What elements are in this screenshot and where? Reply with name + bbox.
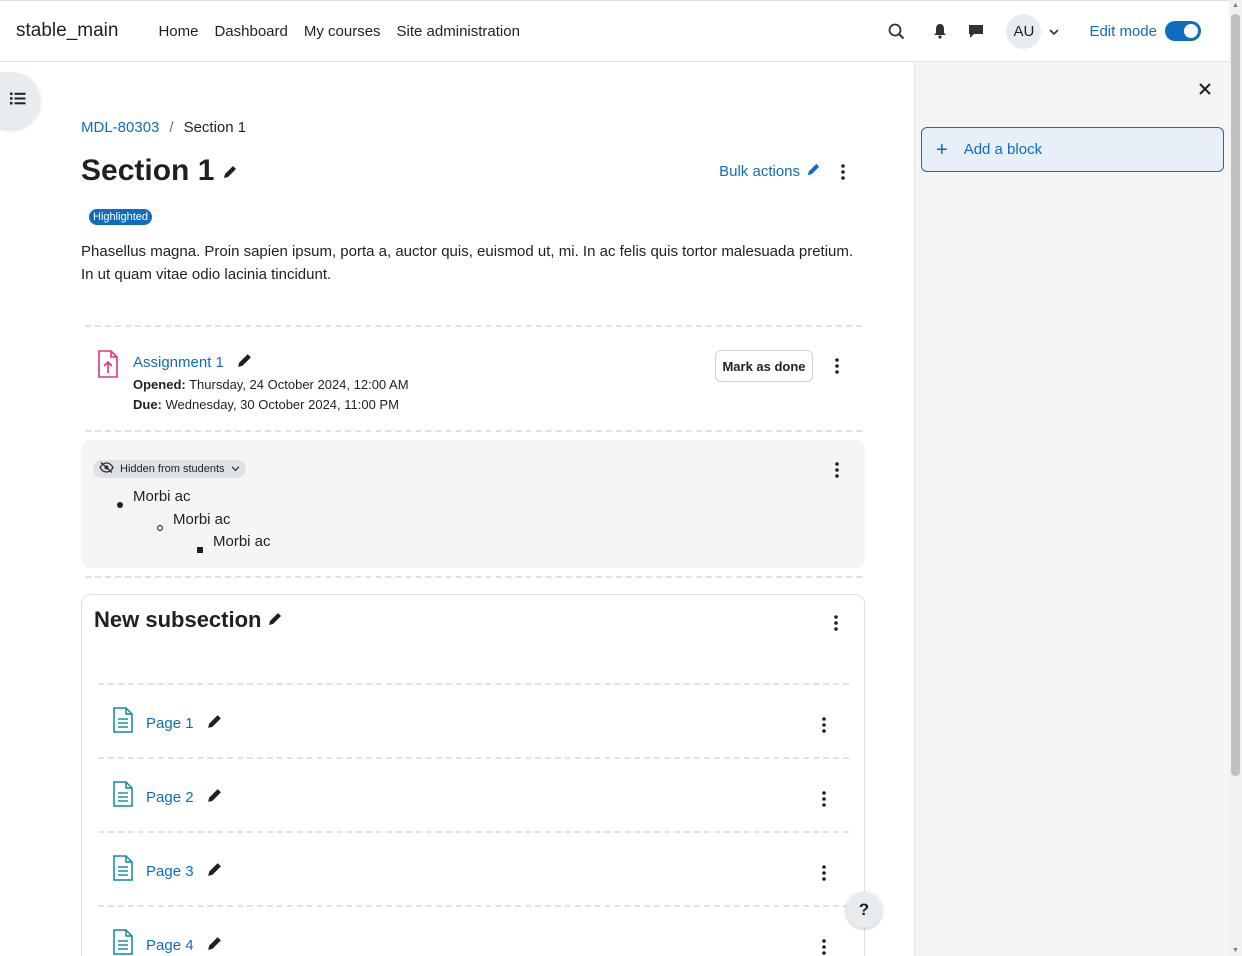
add-block-label: Add a block xyxy=(963,141,1043,158)
site-brand[interactable]: stable_main xyxy=(16,20,118,42)
page-title: Section 1 xyxy=(81,154,215,187)
assignment-upload-icon xyxy=(97,350,119,382)
section-header: Section 1 Bulk actions xyxy=(81,154,865,188)
bulk-actions-label: Bulk actions xyxy=(719,162,800,180)
divider xyxy=(98,831,849,833)
page-title-row: Page 2 xyxy=(146,787,223,808)
page-title-row: Page 3 xyxy=(146,861,223,882)
scrollbar-thumb[interactable] xyxy=(1231,14,1240,776)
search-icon[interactable] xyxy=(878,13,914,49)
chevron-down-icon[interactable] xyxy=(1049,23,1060,40)
assignment-title-row: Assignment 1 xyxy=(133,352,253,373)
assignment-link[interactable]: Assignment 1 xyxy=(133,354,224,371)
activity-page: Page 2 xyxy=(82,781,866,821)
list-icon xyxy=(10,92,26,109)
notifications-bell-icon[interactable] xyxy=(922,13,958,49)
edit-page-pencil-icon[interactable] xyxy=(206,787,223,808)
page-document-icon xyxy=(112,707,134,737)
assignment-dates: Opened: Thursday, 24 October 2024, 12:00… xyxy=(133,375,409,415)
bulk-actions-button[interactable]: Bulk actions xyxy=(719,162,821,181)
opened-date: Opened: Thursday, 24 October 2024, 12:00… xyxy=(133,377,409,392)
highlighted-badge: Highlighted xyxy=(89,209,153,225)
list-item: Morbi ac xyxy=(117,488,191,508)
nav-site-administration[interactable]: Site administration xyxy=(389,23,528,40)
page-actions-kebab-icon[interactable] xyxy=(816,937,832,956)
page-document-icon xyxy=(112,855,134,885)
divider xyxy=(85,325,862,327)
divider xyxy=(98,905,849,907)
edit-title-pencil-icon[interactable] xyxy=(222,164,238,184)
edit-page-pencil-icon[interactable] xyxy=(206,713,223,734)
course-index-toggle[interactable] xyxy=(0,72,40,128)
plus-icon: + xyxy=(936,138,948,161)
divider xyxy=(98,683,849,685)
edit-mode-label: Edit mode xyxy=(1089,22,1157,40)
page-link[interactable]: Page 1 xyxy=(146,715,194,732)
pencil-icon xyxy=(806,162,821,181)
page-document-icon xyxy=(112,929,134,956)
hidden-text-label: Hidden from students Morbi ac Morbi ac M… xyxy=(81,440,865,568)
assignment-actions-kebab-icon[interactable] xyxy=(829,356,845,376)
hidden-badge-label: Hidden from students xyxy=(120,463,225,475)
due-date: Due: Wednesday, 30 October 2024, 11:00 P… xyxy=(133,397,399,412)
hidden-from-students-badge[interactable]: Hidden from students xyxy=(93,460,246,478)
divider xyxy=(85,430,862,432)
breadcrumb: MDL-80303 / Section 1 xyxy=(81,119,246,136)
close-drawer-icon[interactable] xyxy=(1199,82,1211,99)
edit-mode-toggle[interactable] xyxy=(1165,21,1201,41)
page-actions-kebab-icon[interactable] xyxy=(816,789,832,809)
user-avatar[interactable]: AU xyxy=(1006,13,1042,49)
page-link[interactable]: Page 4 xyxy=(146,937,194,954)
section-actions-kebab-icon[interactable] xyxy=(835,162,851,182)
edit-page-pencil-icon[interactable] xyxy=(206,935,223,956)
page-actions-kebab-icon[interactable] xyxy=(816,715,832,735)
subsection-actions-kebab-icon[interactable] xyxy=(828,613,844,633)
subsection-header: New subsection xyxy=(94,607,283,633)
page-document-icon xyxy=(112,781,134,811)
edit-page-pencil-icon[interactable] xyxy=(206,861,223,882)
nav-dashboard[interactable]: Dashboard xyxy=(206,23,295,40)
messages-icon[interactable] xyxy=(958,13,994,49)
add-block-button[interactable]: + Add a block xyxy=(921,127,1224,172)
breadcrumb-course[interactable]: MDL-80303 xyxy=(81,119,159,136)
nav-my-courses[interactable]: My courses xyxy=(296,23,389,40)
breadcrumb-current: Section 1 xyxy=(183,119,247,136)
subsection-title: New subsection xyxy=(94,607,262,632)
mark-as-done-button[interactable]: Mark as done xyxy=(715,350,813,382)
list-item: Morbi ac xyxy=(157,511,231,531)
scroll-down-arrow-icon[interactable]: ▼ xyxy=(1232,947,1239,954)
breadcrumb-separator: / xyxy=(169,119,174,136)
subsection-card: New subsection Page 1 Page 2 Page 3 Page… xyxy=(81,594,865,956)
eye-slash-icon xyxy=(99,461,114,476)
page-link[interactable]: Page 3 xyxy=(146,863,194,880)
page-title-row: Page 4 xyxy=(146,935,223,956)
block-drawer: + Add a block xyxy=(914,62,1229,956)
page-actions-kebab-icon[interactable] xyxy=(816,863,832,883)
list-item: Morbi ac xyxy=(197,533,271,553)
nav-home[interactable]: Home xyxy=(150,23,206,40)
page-link[interactable]: Page 2 xyxy=(146,789,194,806)
activity-page: Page 1 xyxy=(82,707,866,747)
label-actions-kebab-icon[interactable] xyxy=(829,460,845,480)
primary-navigation: Home Dashboard My courses Site administr… xyxy=(150,23,528,40)
edit-assignment-pencil-icon[interactable] xyxy=(236,352,253,373)
top-navbar: stable_main Home Dashboard My courses Si… xyxy=(0,0,1229,62)
divider xyxy=(98,757,849,759)
edit-subsection-pencil-icon[interactable] xyxy=(267,607,283,633)
section-summary: Phasellus magna. Proin sapien ipsum, por… xyxy=(81,243,854,283)
divider xyxy=(85,576,862,578)
activity-page: Page 3 xyxy=(82,855,866,895)
navbar-actions: AU Edit mode xyxy=(878,13,1229,49)
scroll-up-arrow-icon[interactable]: ▲ xyxy=(1232,2,1239,9)
chevron-down-icon xyxy=(231,463,240,475)
page-scrollbar[interactable]: ▲ ▼ xyxy=(1229,0,1242,956)
activity-page: Page 4 xyxy=(82,929,866,956)
page-title-row: Page 1 xyxy=(146,713,223,734)
help-button[interactable]: ? xyxy=(846,892,882,928)
